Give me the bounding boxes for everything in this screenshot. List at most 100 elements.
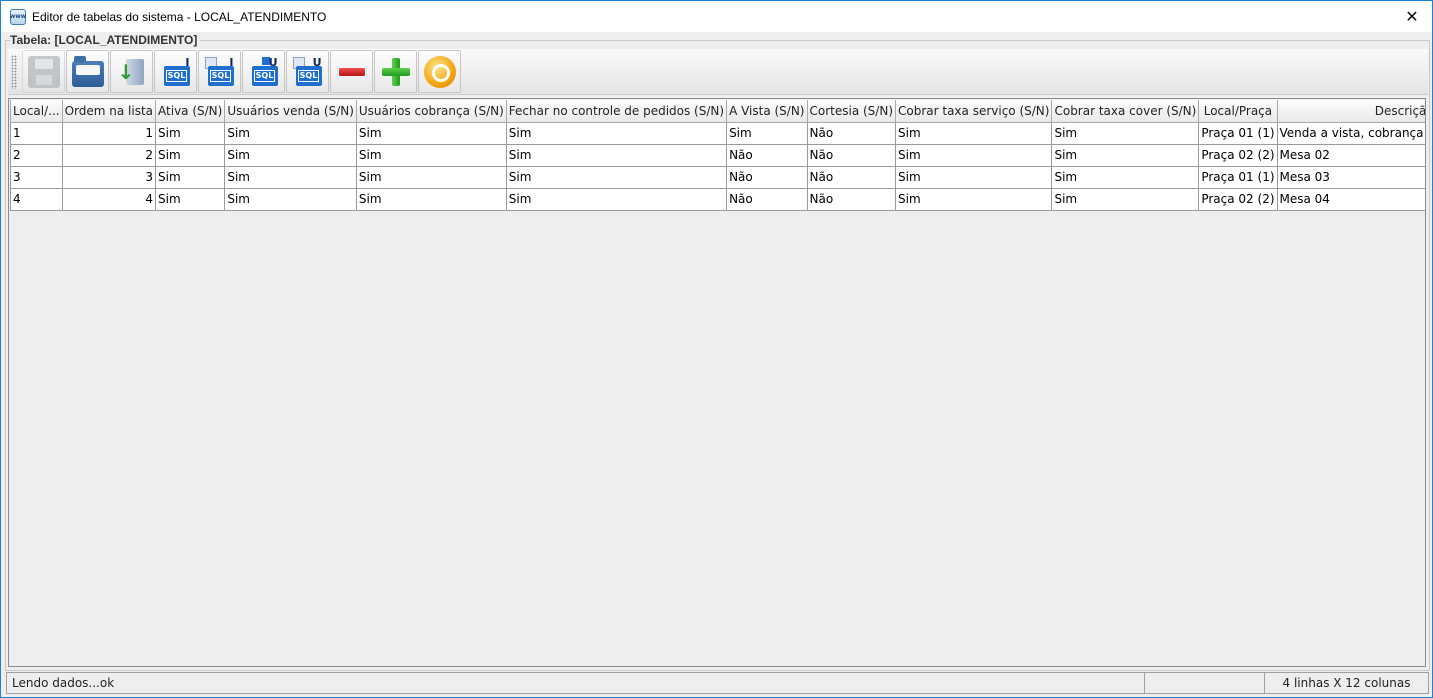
table-row[interactable]: 1 1 Sim Sim Sim Sim Sim Não Sim Sim Praç… bbox=[10, 121, 1425, 145]
sql-update-icon: U SQL bbox=[248, 56, 280, 88]
table-cell[interactable]: Sim bbox=[224, 121, 357, 145]
table-cell[interactable]: Não bbox=[806, 165, 896, 189]
table-cell[interactable]: 3 bbox=[10, 165, 63, 189]
column-header[interactable]: A Vista (S/N) bbox=[726, 100, 808, 123]
table-cell[interactable]: 2 bbox=[61, 143, 157, 167]
table-cell[interactable]: Sim bbox=[224, 165, 357, 189]
table-cell[interactable]: Não bbox=[726, 187, 808, 211]
table-cell[interactable]: Sim bbox=[894, 187, 1053, 211]
data-table: Local/... Ordem na lista Ativa (S/N) Usu… bbox=[10, 100, 1425, 211]
table-cell[interactable]: Sim bbox=[726, 121, 808, 145]
table-row[interactable]: 3 3 Sim Sim Sim Sim Não Não Sim Sim Praç… bbox=[10, 165, 1425, 189]
column-header[interactable]: Descrição bbox=[1276, 100, 1425, 123]
table-cell[interactable]: Sim bbox=[155, 165, 226, 189]
status-bar: Lendo dados...ok 4 linhas X 12 colunas bbox=[6, 672, 1429, 694]
table-cell[interactable]: Sim bbox=[1051, 165, 1200, 189]
column-header[interactable]: Local/... bbox=[10, 100, 63, 123]
plus-icon bbox=[380, 56, 412, 88]
table-cell[interactable]: Sim bbox=[355, 121, 507, 145]
column-header[interactable]: Local/Praça bbox=[1198, 100, 1278, 123]
table-cell[interactable]: Mesa 02 bbox=[1276, 143, 1425, 167]
table-cell[interactable]: Sim bbox=[224, 187, 357, 211]
table-cell[interactable]: Praça 02 (2) bbox=[1198, 143, 1278, 167]
close-icon: ✕ bbox=[1405, 7, 1419, 26]
table-cell[interactable]: Sim bbox=[505, 121, 728, 145]
table-cell[interactable]: Mesa 03 bbox=[1276, 165, 1425, 189]
app-icon: www bbox=[10, 8, 26, 25]
table-cell[interactable]: Praça 01 (1) bbox=[1198, 121, 1278, 145]
table-cell[interactable]: Sim bbox=[1051, 121, 1200, 145]
table-cell[interactable]: Praça 01 (1) bbox=[1198, 165, 1278, 189]
folder-open-icon bbox=[71, 55, 104, 87]
table-cell[interactable]: Não bbox=[806, 187, 896, 211]
table-cell[interactable]: Sim bbox=[355, 187, 507, 211]
table-cell[interactable]: Sim bbox=[505, 187, 728, 211]
toolbar-grip[interactable] bbox=[11, 55, 17, 89]
import-icon: ↓ bbox=[116, 56, 148, 88]
import-button[interactable]: ↓ bbox=[110, 50, 153, 93]
table-cell[interactable]: Sim bbox=[894, 143, 1053, 167]
sql-update-file-button[interactable]: U SQL bbox=[286, 50, 329, 93]
table-header-row: Local/... Ordem na lista Ativa (S/N) Usu… bbox=[10, 100, 1425, 123]
table-cell[interactable]: Sim bbox=[224, 143, 357, 167]
table-cell[interactable]: Sim bbox=[1051, 143, 1200, 167]
editor-window: www Editor de tabelas do sistema - LOCAL… bbox=[0, 0, 1433, 698]
table-cell[interactable]: 4 bbox=[61, 187, 157, 211]
sql-insert-file-button[interactable]: I SQL bbox=[198, 50, 241, 93]
table-cell[interactable]: Não bbox=[806, 143, 896, 167]
table-cell[interactable]: Sim bbox=[155, 143, 226, 167]
status-middle bbox=[1144, 672, 1264, 694]
close-button[interactable]: ✕ bbox=[1392, 1, 1432, 32]
column-header[interactable]: Usuários cobrança (S/N) bbox=[355, 100, 507, 123]
table-row[interactable]: 4 4 Sim Sim Sim Sim Não Não Sim Sim Praç… bbox=[10, 187, 1425, 211]
table-cell[interactable]: 1 bbox=[10, 121, 63, 145]
table-cell[interactable]: Sim bbox=[505, 143, 728, 167]
add-row-button[interactable] bbox=[374, 50, 417, 93]
column-header[interactable]: Ativa (S/N) bbox=[155, 100, 226, 123]
title-bar[interactable]: www Editor de tabelas do sistema - LOCAL… bbox=[1, 1, 1432, 32]
table-cell[interactable]: Não bbox=[806, 121, 896, 145]
column-header[interactable]: Usuários venda (S/N) bbox=[224, 100, 357, 123]
table-cell[interactable]: 2 bbox=[10, 143, 63, 167]
table-cell[interactable]: Sim bbox=[505, 165, 728, 189]
sql-insert-button[interactable]: I SQL bbox=[154, 50, 197, 93]
table-cell[interactable]: Sim bbox=[155, 121, 226, 145]
table-cell[interactable]: Não bbox=[726, 165, 808, 189]
column-header[interactable]: Cobrar taxa cover (S/N) bbox=[1051, 100, 1200, 123]
column-header[interactable]: Fechar no controle de pedidos (S/N) bbox=[505, 100, 728, 123]
table-cell[interactable]: 4 bbox=[10, 187, 63, 211]
refresh-button[interactable] bbox=[418, 50, 461, 93]
table-cell[interactable]: Mesa 04 bbox=[1276, 187, 1425, 211]
column-header[interactable]: Cortesia (S/N) bbox=[806, 100, 896, 123]
table-cell[interactable]: Sim bbox=[1051, 187, 1200, 211]
table-row[interactable]: 2 2 Sim Sim Sim Sim Não Não Sim Sim Praç… bbox=[10, 143, 1425, 167]
table-cell[interactable]: Praça 02 (2) bbox=[1198, 187, 1278, 211]
status-summary: 4 linhas X 12 colunas bbox=[1264, 672, 1429, 694]
table-panel-label: Tabela: [LOCAL_ATENDIMENTO] bbox=[10, 33, 201, 48]
table-cell[interactable]: 1 bbox=[61, 121, 157, 145]
window-title: Editor de tabelas do sistema - LOCAL_ATE… bbox=[32, 9, 327, 24]
column-header[interactable]: Cobrar taxa serviço (S/N) bbox=[894, 100, 1053, 123]
table-cell[interactable]: Sim bbox=[355, 165, 507, 189]
toolbar: ↓ I SQL I SQL U SQL U SQL bbox=[8, 49, 1428, 95]
table-cell[interactable]: Sim bbox=[355, 143, 507, 167]
sql-update-file-icon: U SQL bbox=[292, 56, 324, 88]
refresh-icon bbox=[423, 55, 456, 88]
table-cell[interactable]: Sim bbox=[155, 187, 226, 211]
table-cell[interactable]: Sim bbox=[894, 165, 1053, 189]
sql-insert-file-icon: I SQL bbox=[204, 56, 236, 88]
status-message: Lendo dados...ok bbox=[6, 672, 1144, 694]
table-cell[interactable]: 3 bbox=[61, 165, 157, 189]
remove-row-button[interactable] bbox=[330, 50, 373, 93]
open-button[interactable] bbox=[66, 50, 109, 93]
sql-insert-icon: I SQL bbox=[160, 56, 192, 88]
save-icon bbox=[27, 55, 60, 88]
table-cell[interactable]: Não bbox=[726, 143, 808, 167]
table-cell[interactable]: Sim bbox=[894, 121, 1053, 145]
table-cell[interactable]: Venda a vista, cobrança no ato do pedido bbox=[1276, 121, 1425, 145]
minus-icon bbox=[336, 56, 368, 88]
data-grid[interactable]: Local/... Ordem na lista Ativa (S/N) Usu… bbox=[8, 98, 1426, 667]
save-button[interactable] bbox=[22, 50, 65, 93]
sql-update-button[interactable]: U SQL bbox=[242, 50, 285, 93]
column-header[interactable]: Ordem na lista bbox=[61, 100, 157, 123]
